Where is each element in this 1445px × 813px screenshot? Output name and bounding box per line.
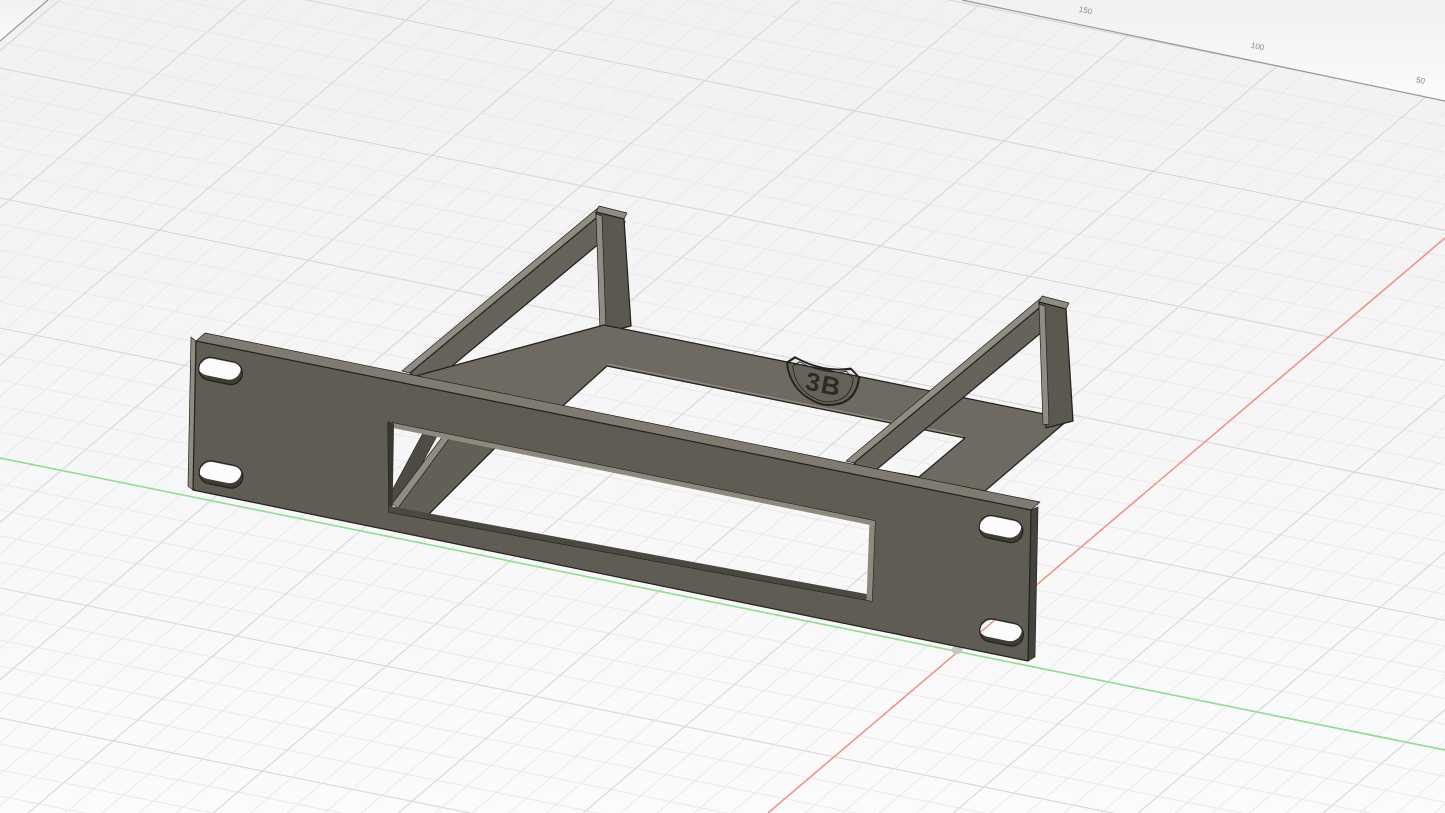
cad-viewport[interactable]: 150 100 50 3B [0, 0, 1445, 813]
scene-canvas[interactable]: 150 100 50 3B [0, 0, 1445, 813]
